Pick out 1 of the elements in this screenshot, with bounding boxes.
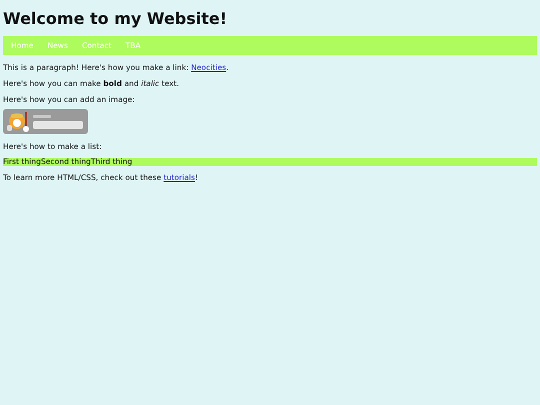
page-title: Welcome to my Website! bbox=[3, 9, 228, 28]
